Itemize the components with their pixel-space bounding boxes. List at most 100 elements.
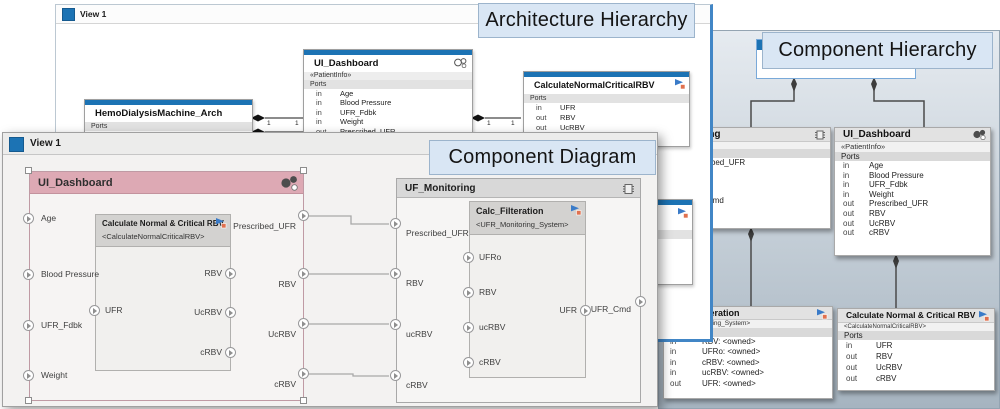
chip-icon <box>814 129 826 141</box>
port-row: incRBV: <owned> <box>664 358 832 368</box>
port-row: outPrescribed_UFR <box>835 199 990 209</box>
port-row: inUFR_Fdbk <box>304 108 472 117</box>
port-row: outUFR: <owned> <box>664 379 832 389</box>
multiplicity-label: 1 <box>511 120 515 127</box>
port-in-ucrbv[interactable] <box>390 319 401 330</box>
label-component-hierarchy: Component Hierarchy <box>762 32 993 69</box>
port-row: outUcRBV <box>838 362 994 373</box>
hierarchy-block-ui-dashboard[interactable]: UI_Dashboard «PatientInfo» Ports inAge i… <box>834 127 991 256</box>
port-in-prescribed-ufr[interactable] <box>390 218 401 229</box>
port-label: UFRo <box>479 252 501 263</box>
port-out-ucrbv[interactable] <box>298 318 309 329</box>
port-in-crbv[interactable] <box>390 370 401 381</box>
port-out-rbv[interactable] <box>225 268 236 279</box>
multiplicity-label: 1 <box>295 120 299 127</box>
port-in-ufro[interactable] <box>463 252 474 263</box>
ports-section-label: Ports <box>85 122 252 131</box>
ports-section-label: Ports <box>835 152 990 161</box>
composition-arrow-icon <box>748 227 754 242</box>
port-row: inAge <box>304 89 472 98</box>
ports-section-label: Ports <box>524 94 689 103</box>
view-circles-icon <box>972 129 986 140</box>
port-row: inucRBV: <owned> <box>664 368 832 378</box>
behavior-flag-icon <box>815 308 828 320</box>
port-label: RBV <box>196 279 296 290</box>
port-in-ucrbv[interactable] <box>463 322 474 333</box>
port-label: cRBV <box>196 379 296 390</box>
selection-handle[interactable] <box>25 167 32 174</box>
chip-icon <box>622 182 635 196</box>
port-out-rbv[interactable] <box>298 268 309 279</box>
behavior-flag-icon <box>673 78 686 90</box>
port-row: outcRBV <box>835 228 990 238</box>
port-label: RBV <box>406 278 423 289</box>
port-row: outUcRBV <box>835 219 990 229</box>
component-title: UF_Monitoring <box>405 183 476 194</box>
composition-diamond-icon <box>251 115 265 122</box>
port-in-ufr-fdbk[interactable] <box>23 320 34 331</box>
port-row: outRBV <box>835 209 990 219</box>
port-label: RBV <box>479 287 496 298</box>
block-title: Calculate Normal & Critical RBV <box>838 309 994 323</box>
port-row: inWeight <box>835 190 990 200</box>
behavior-flag-icon <box>977 310 990 322</box>
port-out-ufr-cmd[interactable] <box>635 296 646 307</box>
ports-section-label: Ports <box>838 331 994 340</box>
block-stereotype: <UFR_Monitoring_System> <box>476 220 569 229</box>
block-title: UI_Dashboard <box>304 55 472 72</box>
port-label: cRBV <box>406 380 428 391</box>
view-circles-icon <box>280 175 298 192</box>
selection-handle[interactable] <box>300 167 307 174</box>
port-label: UcRBV <box>153 307 222 318</box>
port-label: UFR <box>541 305 577 316</box>
port-label: UcRBV <box>196 329 296 340</box>
multiplicity-label: 1 <box>487 120 491 127</box>
port-out-ufr[interactable] <box>580 305 591 316</box>
port-label: Weight <box>41 370 67 381</box>
port-row: inWeight <box>304 117 472 126</box>
port-label: RBV <box>153 268 222 279</box>
port-row: outRBV <box>524 113 689 123</box>
port-in-ufr[interactable] <box>89 305 100 316</box>
behavior-flag-icon <box>676 207 689 219</box>
port-row: inBlood Pressure <box>304 98 472 107</box>
label-component-diagram: Component Diagram <box>429 140 656 175</box>
port-out-ucrbv[interactable] <box>225 307 236 318</box>
component-header[interactable]: UF_Monitoring <box>397 179 640 198</box>
port-out-crbv[interactable] <box>225 347 236 358</box>
port-in-blood-pressure[interactable] <box>23 269 34 280</box>
port-out-crbv[interactable] <box>298 368 309 379</box>
port-label: Prescribed_UFR <box>406 228 469 239</box>
port-label: Blood Pressure <box>41 269 99 280</box>
block-title: CalculateNormalCriticalRBV <box>524 77 689 94</box>
stereotype-row: «PatientInfo» <box>304 72 472 80</box>
component-header[interactable]: UI_Dashboard <box>30 172 303 194</box>
block-title: Calc_Filteration <box>476 206 544 216</box>
port-label: UFR_Fdbk <box>41 320 82 331</box>
port-in-rbv[interactable] <box>390 268 401 279</box>
port-in-age[interactable] <box>23 213 34 224</box>
port-in-rbv[interactable] <box>463 287 474 298</box>
port-in-crbv[interactable] <box>463 357 474 368</box>
hierarchy-block-calc-rbv[interactable]: Calculate Normal & Critical RBV <Calcula… <box>837 308 995 391</box>
label-architecture-hierarchy: Architecture Hierarchy <box>478 3 695 38</box>
block-title: HemoDialysisMachine_Arch <box>85 105 252 122</box>
port-label: Prescribed_UFR <box>196 221 296 232</box>
selection-handle[interactable] <box>25 397 32 404</box>
port-label: cRBV <box>153 347 222 358</box>
behavior-flag-icon <box>569 204 582 216</box>
stereotype-row: «PatientInfo» <box>835 142 990 152</box>
port-label: ucRBV <box>406 329 432 340</box>
composition-arrow-icon <box>791 77 797 92</box>
port-label: cRBV <box>479 357 501 368</box>
block-stereotype: <CalculateNormalCriticalRBV> <box>102 232 205 241</box>
port-label: ucRBV <box>479 322 505 333</box>
port-label: Age <box>41 213 56 224</box>
port-row: outcRBV <box>838 373 994 384</box>
port-row: inUFRo: <owned> <box>664 347 832 357</box>
selection-handle[interactable] <box>300 397 307 404</box>
port-out-prescribed-ufr[interactable] <box>298 210 309 221</box>
arch-block-ui-dashboard[interactable]: UI_Dashboard «PatientInfo» Ports inAge i… <box>303 49 473 145</box>
port-in-weight[interactable] <box>23 370 34 381</box>
port-row: inBlood Pressure <box>835 171 990 181</box>
